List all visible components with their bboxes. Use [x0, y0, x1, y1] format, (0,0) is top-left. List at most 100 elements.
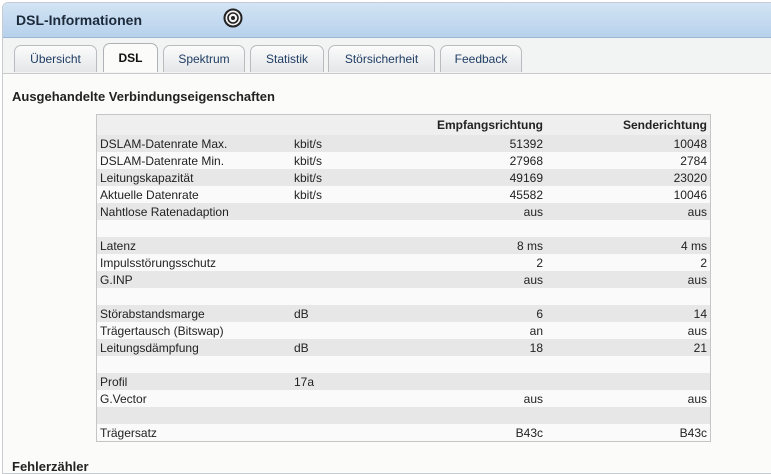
- table-row: [96, 356, 711, 373]
- table-row: Nahtlose Ratenadaption aus aus: [96, 203, 711, 220]
- row-unit: dB: [291, 305, 394, 322]
- tab-feedback[interactable]: Feedback: [440, 45, 522, 72]
- table-row: Störabstandsmarge dB 6 14: [96, 305, 711, 322]
- row-unit: [291, 237, 394, 254]
- row-unit: [291, 288, 394, 305]
- row-receive-value: [394, 373, 546, 390]
- row-label: G.INP: [96, 271, 291, 288]
- row-unit: [291, 203, 394, 220]
- row-send-value: [546, 407, 711, 424]
- row-receive-value: aus: [394, 390, 546, 407]
- table-row: Impulsstörungsschutz 2 2: [96, 254, 711, 271]
- row-send-value: 14: [546, 305, 711, 322]
- table-row: Latenz 8 ms 4 ms: [96, 237, 711, 254]
- row-unit: [291, 254, 394, 271]
- row-send-value: 2: [546, 254, 711, 271]
- row-receive-value: 6: [394, 305, 546, 322]
- row-send-value: [546, 373, 711, 390]
- tab-spektrum[interactable]: Spektrum: [163, 45, 245, 72]
- row-send-value: [546, 220, 711, 237]
- tab-statistik[interactable]: Statistik: [250, 45, 324, 72]
- tab-stoersicherheit[interactable]: Störsicherheit: [328, 45, 435, 72]
- table-row: Leitungskapazität kbit/s 49169 23020: [96, 169, 711, 186]
- header-send: Senderichtung: [546, 114, 711, 135]
- row-send-value: aus: [546, 271, 711, 288]
- panel-title: DSL-Informationen: [16, 12, 142, 28]
- row-unit: [291, 322, 394, 339]
- row-label: Trägertausch (Bitswap): [96, 322, 291, 339]
- row-unit: kbit/s: [291, 135, 394, 152]
- row-send-value: 21: [546, 339, 711, 356]
- row-receive-value: an: [394, 322, 546, 339]
- table-row: [96, 220, 711, 237]
- row-label: Nahtlose Ratenadaption: [96, 203, 291, 220]
- row-label: Aktuelle Datenrate: [96, 186, 291, 203]
- row-send-value: aus: [546, 203, 711, 220]
- table-header-row: Empfangsrichtung Senderichtung: [96, 114, 711, 135]
- row-send-value: aus: [546, 322, 711, 339]
- row-label: Leitungskapazität: [96, 169, 291, 186]
- row-receive-value: 8 ms: [394, 237, 546, 254]
- section-heading: Ausgehandelte Verbindungseigenschaften: [12, 89, 275, 104]
- table-row: Trägertausch (Bitswap) an aus: [96, 322, 711, 339]
- row-receive-value: 49169: [394, 169, 546, 186]
- row-unit: [291, 407, 394, 424]
- connection-properties-table: Empfangsrichtung Senderichtung DSLAM-Dat…: [96, 114, 711, 442]
- header-receive: Empfangsrichtung: [394, 114, 546, 135]
- row-receive-value: aus: [394, 203, 546, 220]
- row-unit: [291, 356, 394, 373]
- row-send-value: 23020: [546, 169, 711, 186]
- row-unit: kbit/s: [291, 186, 394, 203]
- row-send-value: [546, 356, 711, 373]
- row-unit: [291, 424, 394, 442]
- row-receive-value: 27968: [394, 152, 546, 169]
- tab-uebersicht[interactable]: Übersicht: [14, 45, 97, 72]
- row-receive-value: [394, 356, 546, 373]
- row-receive-value: [394, 407, 546, 424]
- row-label: [96, 220, 291, 237]
- row-receive-value: 51392: [394, 135, 546, 152]
- row-send-value: aus: [546, 390, 711, 407]
- table-row: [96, 288, 711, 305]
- row-send-value: 10046: [546, 186, 711, 203]
- row-label: G.Vector: [96, 390, 291, 407]
- tab-bar: Übersicht DSL Spektrum Statistik Störsic…: [3, 38, 771, 74]
- table-row: Profil 17a: [96, 373, 711, 390]
- header-unit: [291, 114, 394, 135]
- row-unit: [291, 390, 394, 407]
- row-receive-value: 2: [394, 254, 546, 271]
- row-label: Latenz: [96, 237, 291, 254]
- row-receive-value: aus: [394, 271, 546, 288]
- row-send-value: 2784: [546, 152, 711, 169]
- panel-titlebar: DSL-Informationen: [3, 3, 771, 38]
- row-send-value: [546, 288, 711, 305]
- row-label: Störabstandsmarge: [96, 305, 291, 322]
- row-send-value: B43c: [546, 424, 711, 442]
- header-name: [96, 114, 291, 135]
- row-send-value: 4 ms: [546, 237, 711, 254]
- table-row: Aktuelle Datenrate kbit/s 45582 10046: [96, 186, 711, 203]
- row-unit: dB: [291, 339, 394, 356]
- table-row: DSLAM-Datenrate Max. kbit/s 51392 10048: [96, 135, 711, 152]
- row-unit: kbit/s: [291, 152, 394, 169]
- table-row: Leitungsdämpfung dB 18 21: [96, 339, 711, 356]
- tab-dsl[interactable]: DSL: [103, 43, 158, 72]
- row-label: DSLAM-Datenrate Min.: [96, 152, 291, 169]
- table-row: [96, 407, 711, 424]
- row-unit: kbit/s: [291, 169, 394, 186]
- row-unit: [291, 271, 394, 288]
- row-label: Trägersatz: [96, 424, 291, 442]
- row-send-value: 10048: [546, 135, 711, 152]
- row-label: Impulsstörungsschutz: [96, 254, 291, 271]
- row-label: DSLAM-Datenrate Max.: [96, 135, 291, 152]
- row-unit: 17a: [291, 373, 394, 390]
- row-label: Leitungsdämpfung: [96, 339, 291, 356]
- row-receive-value: [394, 220, 546, 237]
- table-row: DSLAM-Datenrate Min. kbit/s 27968 2784: [96, 152, 711, 169]
- row-receive-value: [394, 288, 546, 305]
- table-row: Trägersatz B43c B43c: [96, 424, 711, 442]
- table-row: G.Vector aus aus: [96, 390, 711, 407]
- row-unit: [291, 220, 394, 237]
- busy-spinner-icon: [223, 8, 243, 28]
- row-receive-value: 45582: [394, 186, 546, 203]
